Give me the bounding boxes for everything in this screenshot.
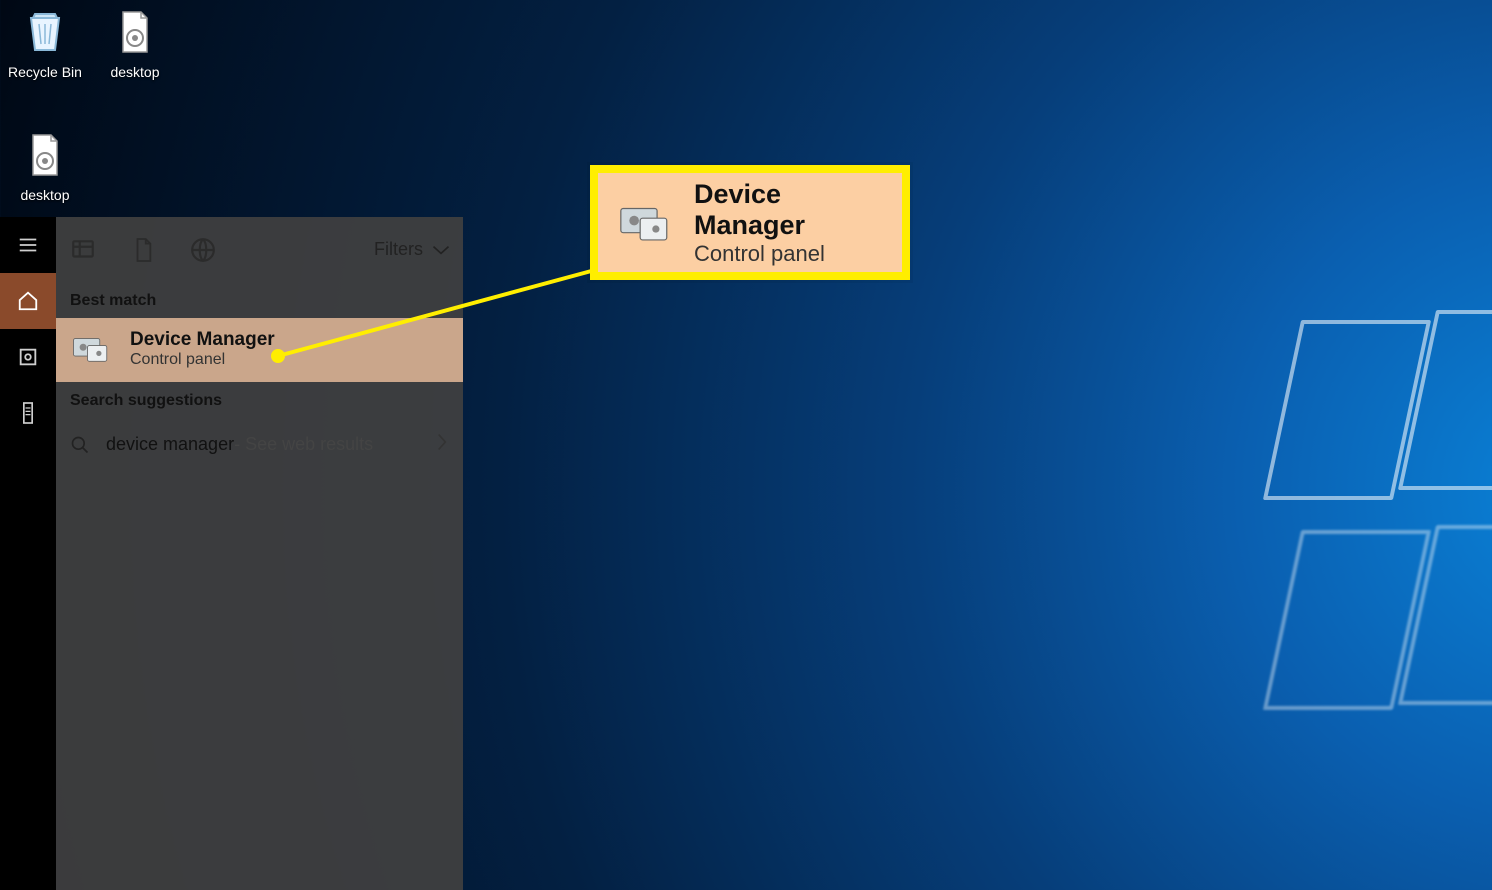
- callout-title: Device Manager: [694, 179, 888, 241]
- filters-label: Filters: [374, 239, 423, 260]
- start-panel-header: Filters: [56, 217, 463, 282]
- best-match-title: Device Manager: [130, 329, 275, 351]
- desktop-icon-desktop-2[interactable]: desktop: [0, 127, 90, 203]
- chevron-right-icon: [435, 432, 449, 457]
- search-suggestions-section-label: Search suggestions: [56, 382, 463, 418]
- scope-web-icon[interactable]: [188, 235, 218, 265]
- start-search-panel: Filters Best match Device Manager Contro…: [56, 217, 463, 890]
- suggestion-tail: - See web results: [234, 434, 373, 455]
- start-expand-button[interactable]: [0, 217, 56, 273]
- filters-dropdown[interactable]: Filters: [374, 239, 451, 260]
- desktop-icon-recycle-bin[interactable]: Recycle Bin: [0, 4, 90, 80]
- ini-file-icon: [17, 127, 73, 183]
- device-manager-icon: [70, 328, 112, 370]
- callout-highlight: Device Manager Control panel: [590, 165, 910, 280]
- scope-documents-icon[interactable]: [128, 235, 158, 265]
- best-match-subtitle: Control panel: [130, 351, 275, 369]
- suggestion-query: device manager: [106, 434, 234, 455]
- scope-apps-icon[interactable]: [68, 235, 98, 265]
- recycle-bin-icon: [17, 4, 73, 60]
- start-apps-button[interactable]: [0, 329, 56, 385]
- search-suggestion-web[interactable]: device manager - See web results: [56, 418, 463, 471]
- callout-subtitle: Control panel: [694, 241, 888, 267]
- best-match-section-label: Best match: [56, 282, 463, 318]
- start-documents-button[interactable]: [0, 385, 56, 441]
- search-icon: [70, 435, 92, 455]
- desktop-icon-desktop-1[interactable]: desktop: [90, 4, 180, 80]
- desktop-icon-label: Recycle Bin: [0, 64, 90, 80]
- wallpaper-beams: [1142, 320, 1492, 740]
- ini-file-icon: [107, 4, 163, 60]
- start-rail: [0, 217, 56, 890]
- desktop-icon-label: desktop: [0, 187, 90, 203]
- desktop-icon-label: desktop: [90, 64, 180, 80]
- best-match-result[interactable]: Device Manager Control panel: [56, 318, 463, 382]
- start-home-button[interactable]: [0, 273, 56, 329]
- device-manager-icon: [616, 194, 674, 252]
- chevron-down-icon: [431, 243, 451, 257]
